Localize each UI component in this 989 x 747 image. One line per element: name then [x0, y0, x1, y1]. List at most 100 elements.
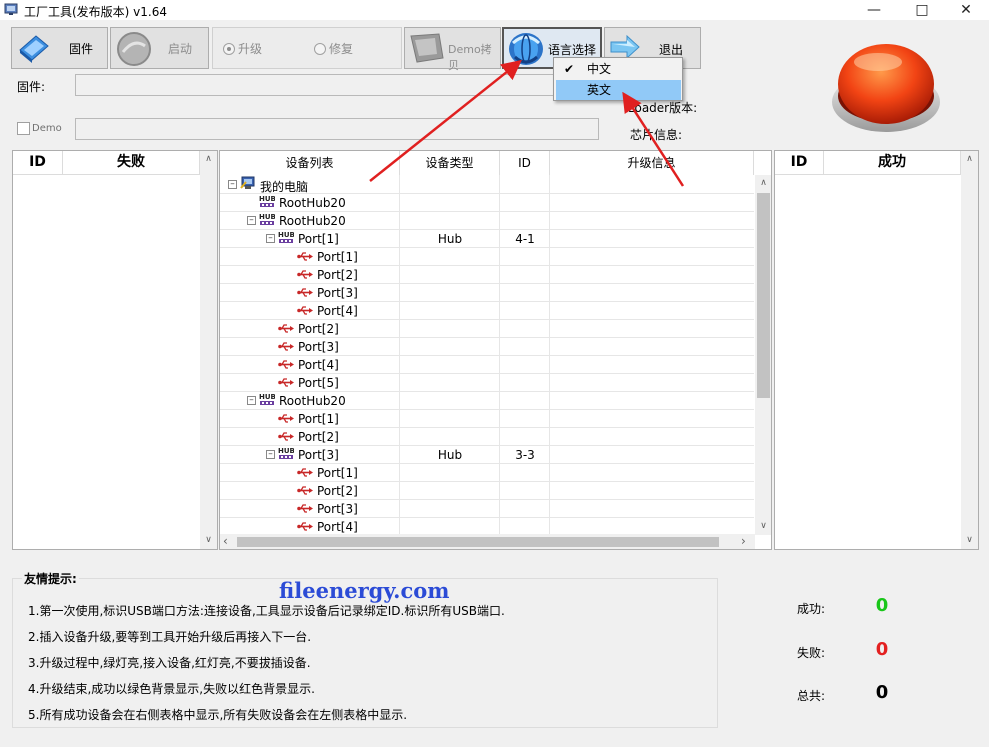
success-count-value: 0	[875, 595, 889, 616]
scroll-thumb[interactable]	[237, 537, 719, 547]
start-button[interactable]: 启动	[110, 27, 209, 69]
language-menu-item-chinese[interactable]: ✔ 中文	[556, 59, 681, 79]
total-count-value: 0	[875, 682, 889, 703]
usb-port-icon	[278, 341, 294, 352]
collapse-icon[interactable]: –	[228, 180, 237, 189]
tree-node-label: Port[1]	[298, 412, 339, 426]
tree-row[interactable]: Port[4]	[220, 302, 754, 320]
tree-row[interactable]: Port[3]	[220, 338, 754, 356]
tree-node-label: Port[2]	[298, 430, 339, 444]
fail-table-title-header: 失败	[63, 151, 200, 175]
scroll-down-icon[interactable]: ∨	[755, 518, 771, 535]
language-menu-item-english[interactable]: 英文	[556, 80, 681, 100]
window-title: 工厂工具(发布版本) v1.64	[24, 5, 167, 19]
tree-row[interactable]: Port[1]	[220, 464, 754, 482]
collapse-icon[interactable]: –	[247, 216, 256, 225]
hint-line: 5.所有成功设备会在右侧表格中显示,所有失败设备会在左侧表格中显示.	[28, 708, 408, 722]
total-count-label: 总共:	[797, 689, 826, 703]
tree-node-label: Port[4]	[317, 304, 358, 318]
tree-node-label: Port[1]	[298, 232, 339, 246]
fail-table-scrollbar[interactable]: ∧ ∨	[200, 151, 217, 549]
tree-node-type: Hub	[437, 448, 463, 462]
fail-table-id-header: ID	[13, 151, 63, 175]
fail-table: ID 失败 ∧ ∨	[12, 150, 218, 550]
scroll-up-icon[interactable]: ∧	[755, 175, 771, 192]
demo-copy-button[interactable]: Demo拷贝	[404, 27, 501, 72]
upgrade-info-header: 升级信息	[550, 151, 754, 175]
collapse-icon[interactable]: –	[266, 450, 275, 459]
success-table-id-header: ID	[775, 151, 824, 175]
tree-row[interactable]: Port[2]	[220, 482, 754, 500]
tree-row[interactable]: – HUB RootHub20	[220, 392, 754, 410]
scroll-left-icon[interactable]: ‹	[223, 534, 228, 548]
collapse-icon[interactable]: –	[247, 396, 256, 405]
device-tree: 设备列表 设备类型 ID 升级信息 – 我的电脑 HUB RootHub20– HUB R…	[219, 150, 772, 550]
tree-node-label: Port[2]	[298, 322, 339, 336]
device-tree-vscrollbar[interactable]: ∧ ∨	[755, 175, 771, 535]
firmware-path-field[interactable]	[75, 74, 605, 96]
upgrade-radio[interactable]: 升级	[223, 40, 262, 57]
usb-port-icon	[297, 467, 313, 478]
tree-row[interactable]: – HUB RootHub20	[220, 212, 754, 230]
usb-port-icon	[297, 521, 313, 532]
svg-text:HUB: HUB	[278, 231, 294, 239]
tree-node-type: Hub	[437, 232, 463, 246]
scroll-down-icon[interactable]: ∨	[200, 532, 217, 549]
tree-row[interactable]: Port[4]	[220, 356, 754, 374]
device-id-header: ID	[500, 151, 550, 175]
tree-row[interactable]: HUB RootHub20	[220, 194, 754, 212]
tree-node-label: RootHub20	[279, 196, 346, 210]
tree-row[interactable]: Port[1]	[220, 248, 754, 266]
language-menu: ✔ 中文 英文	[553, 57, 683, 101]
collapse-icon[interactable]: –	[266, 234, 275, 243]
language-button-label: 语言选择	[548, 43, 597, 57]
scroll-up-icon[interactable]: ∧	[200, 151, 217, 168]
tree-row[interactable]: Port[5]	[220, 374, 754, 392]
tree-node-label: 我的电脑	[260, 180, 309, 194]
usb-hub-icon: HUB	[259, 392, 276, 406]
device-tree-hscrollbar[interactable]: ‹ ›	[220, 534, 755, 549]
start-icon	[117, 32, 151, 66]
scroll-down-icon[interactable]: ∨	[961, 532, 978, 549]
device-list-header: 设备列表	[220, 151, 400, 175]
fail-count-value: 0	[875, 639, 889, 660]
tree-row[interactable]: Port[3]	[220, 284, 754, 302]
tree-row[interactable]: Port[3]	[220, 500, 754, 518]
tree-row[interactable]: Port[1]	[220, 410, 754, 428]
success-table-scrollbar[interactable]: ∧ ∨	[961, 151, 978, 549]
fail-count-label: 失败:	[797, 646, 826, 660]
computer-icon	[240, 176, 256, 190]
minimize-icon[interactable]: —	[851, 0, 897, 20]
tree-row[interactable]: – 我的电脑	[220, 176, 754, 194]
loader-version-label: Loader版本:	[628, 101, 698, 115]
maximize-icon[interactable]: □	[899, 0, 945, 20]
success-table: ID 成功 ∧ ∨	[774, 150, 979, 550]
scroll-up-icon[interactable]: ∧	[961, 151, 978, 168]
repair-radio-label: 修复	[329, 42, 354, 56]
tree-row[interactable]: – HUB Port[1] Hub 4-1	[220, 230, 754, 248]
tree-row[interactable]: Port[2]	[220, 320, 754, 338]
demo-checkbox[interactable]	[17, 122, 30, 135]
usb-port-icon	[297, 485, 313, 496]
scroll-thumb[interactable]	[757, 193, 770, 398]
language-menu-item-label: 英文	[587, 83, 612, 97]
tree-row[interactable]: – HUB Port[3] Hub 3-3	[220, 446, 754, 464]
title-bar: 工厂工具(发布版本) v1.64 — □ ✕	[0, 0, 989, 20]
tree-row[interactable]: Port[2]	[220, 266, 754, 284]
app-icon	[4, 3, 18, 15]
upgrade-radio-dot	[223, 42, 235, 55]
repair-radio[interactable]: 修复	[314, 40, 353, 57]
tree-node-id: 4-1	[515, 232, 535, 246]
usb-port-icon	[278, 413, 294, 424]
firmware-button[interactable]: 固件	[11, 27, 108, 69]
demo-path-field[interactable]	[75, 118, 599, 140]
tree-row[interactable]: Port[2]	[220, 428, 754, 446]
demo-checkbox-label: Demo	[32, 123, 62, 134]
tree-node-label: Port[2]	[317, 484, 358, 498]
tree-node-label: Port[3]	[317, 502, 358, 516]
usb-port-icon	[297, 269, 313, 280]
scroll-right-icon[interactable]: ›	[741, 534, 746, 548]
svg-text:HUB: HUB	[259, 393, 275, 401]
close-icon[interactable]: ✕	[943, 0, 989, 20]
hint-title: 友情提示:	[22, 570, 79, 587]
